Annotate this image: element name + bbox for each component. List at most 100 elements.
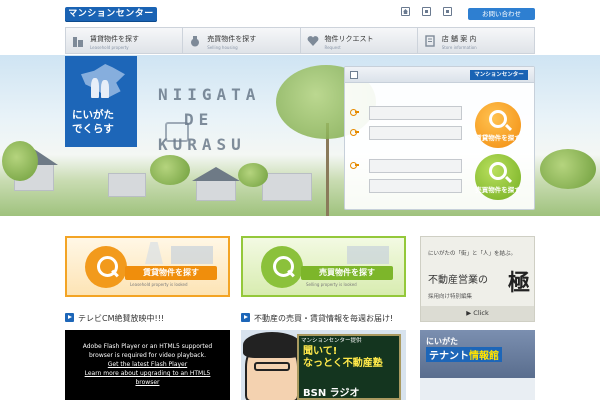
banner-line2: 不動産営業の xyxy=(428,275,488,286)
key-icon xyxy=(350,161,359,169)
key-icon xyxy=(350,108,359,116)
news-section-heading: 不動産の売買・賃貸情報を毎週お届け! xyxy=(241,313,393,325)
hero-blue-box: にいがた でくらす xyxy=(65,56,137,147)
nav-item-store[interactable]: 店 舗 案 内 Store information xyxy=(418,28,534,53)
magnifier-icon xyxy=(85,246,127,288)
sale-card-label: 売買物件を探す xyxy=(301,266,393,280)
money-bag-icon xyxy=(191,36,200,47)
nav-item-rent[interactable]: 賃貸物件を探す Leasehold property xyxy=(66,28,184,53)
tv-heading-text: テレビCM絶賛放映中!!! xyxy=(78,314,165,323)
building-icon xyxy=(73,37,83,47)
tv-section-heading: テレビCM絶賛放映中!!! xyxy=(65,313,164,325)
house-illustration xyxy=(108,173,146,197)
home-icon[interactable] xyxy=(401,7,410,16)
nav-sublabel: Request xyxy=(324,45,341,50)
tree-illustration xyxy=(2,141,38,181)
person-silhouette xyxy=(91,78,99,98)
tenant-footer xyxy=(420,378,535,400)
search-field-3[interactable] xyxy=(369,159,462,173)
rent-card-sublabel: Leasehold property is looked xyxy=(130,282,188,287)
nav-sublabel: Selling housing xyxy=(207,45,238,50)
tenant-line1: にいがた xyxy=(426,337,458,346)
hero-title-line: NIIGATA xyxy=(158,85,261,104)
nav-label: 売買物件を探す xyxy=(207,35,257,43)
sale-search-button[interactable]: 売買物件を探す xyxy=(475,154,521,200)
site-logo[interactable]: マンションセンター xyxy=(65,7,157,22)
main-nav: 賃貸物件を探す Leasehold property 売買物件を探す Selli… xyxy=(65,27,535,54)
magnifier-icon xyxy=(261,246,303,288)
tenant-highlight: 情報館 xyxy=(469,351,499,362)
banner-line1: にいがたの「街」と「人」を結ぶ。 xyxy=(428,251,517,257)
house-illustration xyxy=(262,173,312,201)
caricature-glasses xyxy=(254,362,290,371)
nav-item-sale[interactable]: 売買物件を探す Selling housing xyxy=(183,28,301,53)
map-decoration xyxy=(145,242,163,264)
checkbox-icon xyxy=(350,71,358,79)
nav-label: 賃貸物件を探す xyxy=(90,35,139,43)
nav-label: 物件リクエスト xyxy=(324,35,374,43)
tenant-line2: テナント情報館 xyxy=(426,347,502,362)
search-field-2[interactable] xyxy=(369,126,462,140)
rent-card-label: 賃貸物件を探す xyxy=(125,266,217,280)
key-icon xyxy=(350,128,359,136)
ad-title: 聞いて! なっとく不動産塾 xyxy=(303,346,383,370)
tenant-banner[interactable]: にいがた テナント情報館 xyxy=(420,330,535,400)
magnifier-icon xyxy=(489,110,507,128)
hero-title: NIIGATA DE KURASU xyxy=(158,82,278,157)
html5-upgrade-link[interactable]: Learn more about upgrading to an HTML5 xyxy=(65,369,230,378)
tenant-word: テナント xyxy=(429,351,469,362)
banner-kanji: 極 xyxy=(508,270,531,296)
ad-radio: BSN ラジオ xyxy=(303,388,360,399)
document-icon xyxy=(425,35,435,47)
house-illustration xyxy=(196,179,236,201)
sale-card[interactable]: 売買物件を探す Selling property is looked xyxy=(241,236,406,297)
hero-blue-text: にいがた でくらす xyxy=(72,108,114,136)
roof-illustration xyxy=(192,167,240,181)
flash-player-link[interactable]: Get the latest Flash Player xyxy=(65,360,230,369)
nav-sublabel: Leasehold property xyxy=(90,45,129,50)
ad-provider: マンションセンター提供 xyxy=(301,338,362,344)
arrow-icon xyxy=(241,313,250,322)
search-field-1[interactable] xyxy=(369,106,462,120)
hero-blue-line: でくらす xyxy=(72,123,114,135)
flash-message: browser is required for video playback. xyxy=(89,352,206,359)
recruit-banner[interactable]: にいがたの「街」と「人」を結ぶ。 不動産営業の 極 採用向け特別編集 ▶ Cli… xyxy=(420,236,535,322)
heart-icon xyxy=(307,36,318,46)
nav-sublabel: Store information xyxy=(441,45,477,50)
ad-title-line: なっとく不動産塾 xyxy=(303,358,383,369)
search-field-4[interactable] xyxy=(369,179,462,193)
tree-illustration xyxy=(238,163,268,187)
tree-illustration xyxy=(540,149,596,189)
people-decoration xyxy=(171,246,213,264)
hero-blue-line: にいがた xyxy=(72,109,114,121)
banner-line3: 採用向け特別編集 xyxy=(428,294,473,300)
city-decoration xyxy=(347,246,389,264)
flash-message: Adobe Flash Player or an HTML5 supported xyxy=(82,343,213,350)
video-player[interactable]: Adobe Flash Player or an HTML5 supported… xyxy=(65,330,230,400)
sale-search-label: 売買物件を探す xyxy=(475,186,521,194)
contact-button[interactable]: お問い合わせ xyxy=(468,8,535,20)
hero-house-icon xyxy=(165,122,189,142)
sale-card-sublabel: Selling property is looked xyxy=(306,282,357,287)
print-icon[interactable] xyxy=(443,7,452,16)
ad-title-line: 聞いて! xyxy=(303,346,338,357)
radio-ad-banner[interactable]: マンションセンター提供 聞いて! なっとく不動産塾 BSN ラジオ xyxy=(241,330,406,400)
magnifier-icon xyxy=(489,162,507,180)
panel-logo: マンションセンター xyxy=(470,70,528,80)
nav-item-request[interactable]: 物件リクエスト Request xyxy=(301,28,418,53)
banner-click-button[interactable]: ▶ Click xyxy=(421,306,534,321)
html5-upgrade-link[interactable]: browser xyxy=(65,378,230,387)
tree-illustration xyxy=(150,155,190,185)
header-icons xyxy=(401,7,452,16)
caricature-hair xyxy=(243,332,301,358)
nav-label: 店 舗 案 内 xyxy=(441,35,477,43)
rent-search-button[interactable]: 賃貸物件を探す xyxy=(475,102,521,148)
arrow-icon xyxy=(65,313,74,322)
person-silhouette xyxy=(101,80,109,98)
rent-search-label: 賃貸物件を探す xyxy=(475,134,521,142)
page: マンションセンター お問い合わせ 賃貸物件を探す Leasehold prope… xyxy=(0,0,600,400)
search-panel-header: マンションセンター xyxy=(345,67,534,83)
rent-card[interactable]: 賃貸物件を探す Leasehold property is looked xyxy=(65,236,230,297)
sitemap-icon[interactable] xyxy=(422,7,431,16)
news-heading-text: 不動産の売買・賃貸情報を毎週お届け! xyxy=(254,314,394,323)
